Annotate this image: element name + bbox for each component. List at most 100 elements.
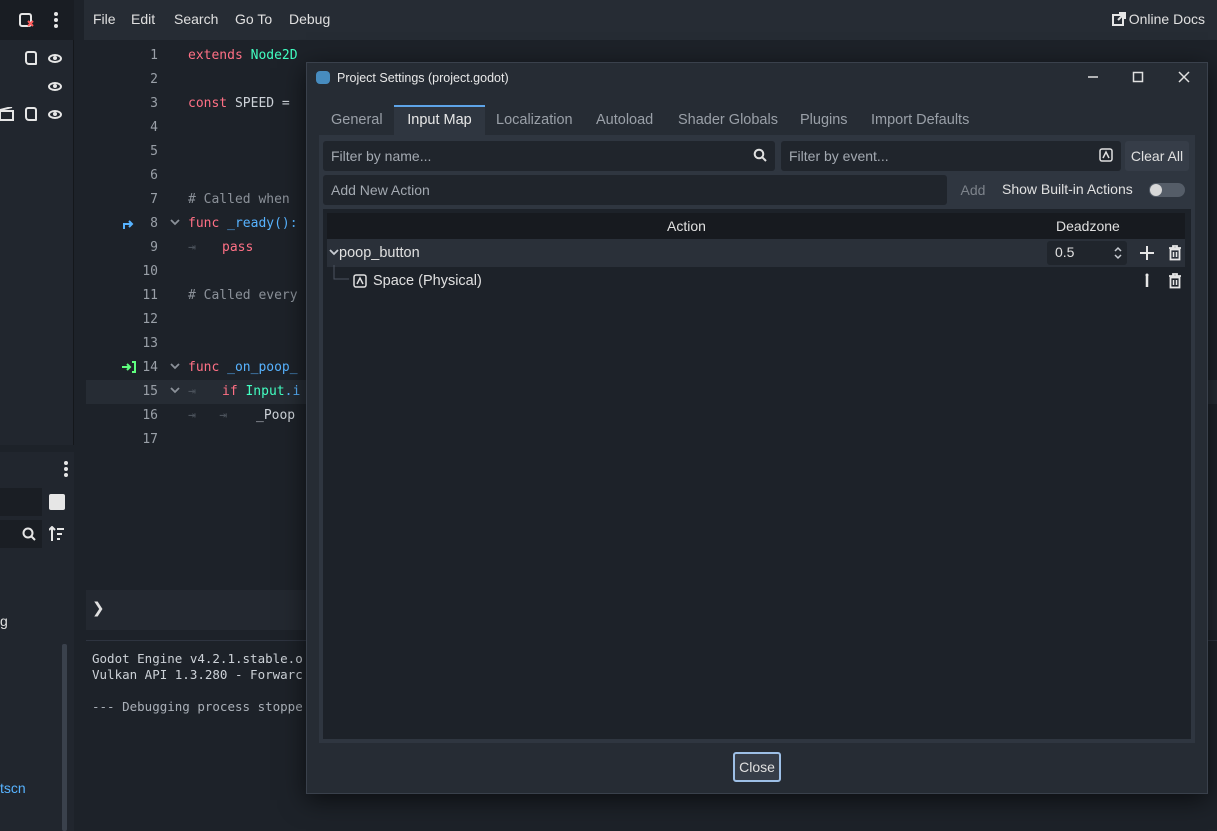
search-icon bbox=[22, 527, 36, 541]
scene-file-label[interactable]: tscn bbox=[0, 780, 26, 796]
menu-file[interactable]: File bbox=[93, 11, 116, 27]
tab-autoload[interactable]: Autoload bbox=[596, 105, 653, 135]
kebab-menu-icon[interactable] bbox=[62, 460, 70, 478]
spin-arrows-icon[interactable] bbox=[1113, 246, 1123, 260]
console-line: Vulkan API 1.3.280 - Forwarc bbox=[92, 667, 303, 682]
external-link-icon bbox=[1111, 12, 1126, 26]
line-number: 9 bbox=[150, 240, 158, 255]
sort-icon[interactable] bbox=[49, 526, 65, 542]
line-number: 1 bbox=[150, 48, 158, 63]
tab-plugins[interactable]: Plugins bbox=[800, 105, 848, 135]
signal-connected-icon bbox=[122, 361, 136, 373]
script-icon[interactable] bbox=[25, 51, 37, 65]
action-name[interactable]: poop_button bbox=[339, 245, 420, 261]
visibility-eye-icon[interactable] bbox=[48, 110, 62, 119]
tab-input-map[interactable]: Input Map bbox=[394, 105, 485, 135]
indent-marker: ⇥ bbox=[188, 384, 196, 399]
godot-logo-icon bbox=[316, 71, 330, 84]
tab-general[interactable]: General bbox=[331, 105, 383, 135]
tab-localization[interactable]: Localization bbox=[496, 105, 573, 135]
add-new-action-input[interactable] bbox=[323, 175, 947, 205]
tab-import-defaults[interactable]: Import Defaults bbox=[871, 105, 969, 135]
line-number: 6 bbox=[150, 168, 158, 183]
action-tree[interactable]: Action Deadzone poop_button 0.5 Space (P… bbox=[323, 209, 1191, 739]
indent-marker: ⇥ bbox=[188, 240, 196, 255]
scrollbar[interactable] bbox=[62, 644, 67, 831]
close-button[interactable]: Close bbox=[733, 752, 781, 782]
fold-arrow-icon[interactable] bbox=[170, 363, 180, 371]
fold-arrow-icon[interactable] bbox=[170, 387, 180, 395]
deadzone-value[interactable]: 0.5 bbox=[1055, 244, 1074, 260]
code-line-3: const SPEED = bbox=[188, 96, 290, 111]
scene-dock-header bbox=[0, 0, 74, 40]
fold-arrow-icon[interactable] bbox=[170, 219, 180, 227]
window-close-button[interactable] bbox=[1170, 68, 1198, 88]
project-settings-dialog: Project Settings (project.godot) General… bbox=[306, 62, 1208, 794]
edit-event-icon[interactable] bbox=[1138, 272, 1156, 290]
show-builtin-actions-toggle[interactable] bbox=[1149, 183, 1185, 197]
remove-event-icon[interactable] bbox=[1166, 272, 1184, 290]
path-field[interactable] bbox=[0, 488, 42, 516]
keyboard-key-icon bbox=[353, 274, 367, 288]
add-new-action-field[interactable] bbox=[323, 175, 947, 205]
menu-debug[interactable]: Debug bbox=[289, 11, 330, 27]
kebab-menu-icon[interactable] bbox=[52, 11, 60, 29]
menu-edit[interactable]: Edit bbox=[131, 11, 155, 27]
online-docs-label: Online Docs bbox=[1128, 11, 1205, 27]
line-number: 3 bbox=[150, 96, 158, 111]
minimize-button[interactable] bbox=[1079, 68, 1107, 88]
filter-by-event-input[interactable] bbox=[781, 141, 1121, 171]
console-prompt-icon[interactable]: ❯ bbox=[92, 599, 105, 617]
dialog-title: Project Settings (project.godot) bbox=[337, 71, 509, 85]
method-override-icon bbox=[123, 220, 134, 229]
visibility-eye-icon[interactable] bbox=[48, 82, 62, 91]
event-row[interactable]: Space (Physical) bbox=[327, 265, 1185, 295]
tab-shader-globals[interactable]: Shader Globals bbox=[678, 105, 778, 135]
code-line-1: extends Node2D bbox=[188, 48, 298, 63]
add-action-button[interactable]: Add bbox=[955, 175, 991, 205]
script-icon[interactable] bbox=[25, 107, 37, 121]
clear-all-button[interactable]: Clear All bbox=[1125, 141, 1189, 171]
keyboard-listen-icon[interactable] bbox=[1099, 148, 1113, 162]
menu-search[interactable]: Search bbox=[174, 11, 218, 27]
dialog-titlebar[interactable]: Project Settings (project.godot) bbox=[307, 63, 1207, 93]
search-icon bbox=[753, 148, 767, 162]
layout-toggle-icon[interactable] bbox=[49, 494, 65, 510]
remove-action-icon[interactable] bbox=[1166, 244, 1184, 262]
show-builtin-actions-label: Show Built-in Actions bbox=[1002, 181, 1133, 197]
line-number: 2 bbox=[150, 72, 158, 87]
maximize-button[interactable] bbox=[1124, 68, 1152, 88]
filter-by-event-field[interactable] bbox=[781, 141, 1121, 171]
online-docs-link[interactable]: Online Docs bbox=[1111, 11, 1205, 27]
deadzone-spinbox[interactable]: 0.5 bbox=[1047, 241, 1127, 265]
code-line-15: if Input.i bbox=[222, 384, 301, 399]
code-line-8: func _ready(): bbox=[188, 216, 298, 231]
code-line-14: func _on_poop_ bbox=[188, 360, 298, 375]
file-label[interactable]: g bbox=[0, 613, 8, 629]
filter-by-name-field[interactable] bbox=[323, 141, 775, 171]
action-row[interactable]: poop_button 0.5 bbox=[327, 239, 1185, 267]
visibility-eye-icon[interactable] bbox=[48, 54, 62, 63]
tree-connector-lines bbox=[333, 265, 349, 280]
close-icon bbox=[1178, 71, 1190, 83]
maximize-icon bbox=[1132, 71, 1144, 83]
line-number: 7 bbox=[150, 192, 158, 207]
console-line: Godot Engine v4.2.1.stable.o bbox=[92, 651, 303, 666]
script-warning-icon[interactable] bbox=[18, 12, 34, 28]
input-map-panel: Clear All Add Show Built-in Actions Acti… bbox=[319, 135, 1195, 743]
console-line: --- Debugging process stoppe bbox=[92, 699, 303, 714]
script-editor-menubar: File Edit Search Go To Debug Online Docs bbox=[84, 0, 1217, 40]
filesystem-dock: g tscn bbox=[0, 452, 74, 831]
line-number: 11 bbox=[142, 288, 158, 303]
event-name[interactable]: Space (Physical) bbox=[373, 273, 482, 289]
filter-by-name-input[interactable] bbox=[323, 141, 775, 171]
line-number: 5 bbox=[150, 144, 158, 159]
minimize-icon bbox=[1088, 76, 1098, 78]
add-event-icon[interactable] bbox=[1138, 244, 1156, 262]
indent-marker: ⇥ ⇥ bbox=[188, 408, 228, 423]
menu-goto[interactable]: Go To bbox=[235, 11, 272, 27]
clapperboard-icon[interactable] bbox=[0, 107, 14, 121]
collapse-arrow-icon[interactable] bbox=[329, 249, 339, 257]
code-line-16: _Poop bbox=[256, 408, 296, 423]
tree-header: Action Deadzone bbox=[327, 213, 1185, 239]
